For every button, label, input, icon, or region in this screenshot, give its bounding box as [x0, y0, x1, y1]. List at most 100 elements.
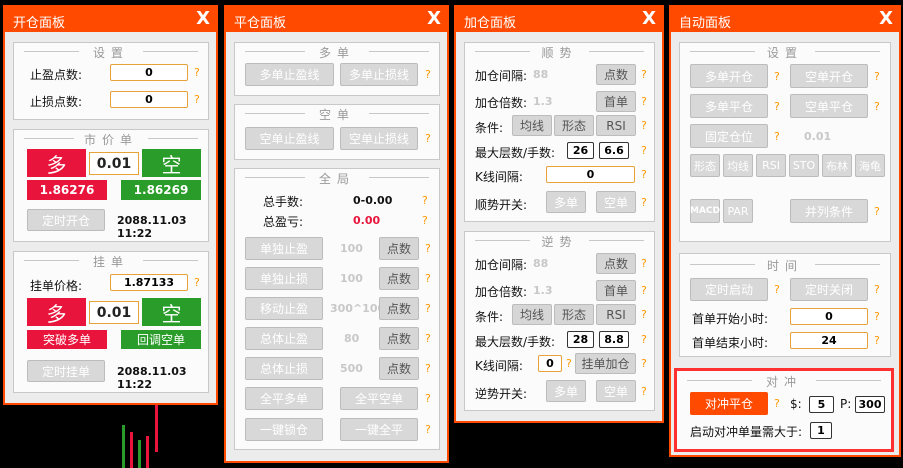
first-start-input[interactable]: 0: [790, 308, 868, 325]
indicator-pattern-button[interactable]: 形态: [690, 154, 720, 177]
total-tp-button[interactable]: 总体止盈: [245, 327, 323, 350]
help-icon[interactable]: ?: [425, 242, 431, 255]
trend-switch-long-button[interactable]: 多单: [546, 191, 586, 213]
trend-cond-pattern-button[interactable]: 形态: [554, 115, 594, 136]
help-icon[interactable]: ?: [425, 132, 431, 145]
close-all-short-button[interactable]: 全平空单: [340, 387, 418, 410]
help-icon[interactable]: ?: [425, 302, 431, 315]
individual-sl-button[interactable]: 单独止损: [245, 267, 323, 290]
help-icon[interactable]: ?: [641, 308, 647, 321]
help-icon[interactable]: ?: [425, 392, 431, 405]
short-open-button[interactable]: 空单开仓: [790, 64, 868, 88]
short-close-button[interactable]: 空单平仓: [790, 94, 868, 118]
market-buy-button[interactable]: 多: [27, 149, 86, 177]
indicator-sto-button[interactable]: STO: [789, 154, 819, 177]
help-icon[interactable]: ?: [641, 284, 647, 297]
help-icon[interactable]: ?: [422, 214, 428, 227]
fixed-position-button[interactable]: 固定仓位: [690, 124, 768, 148]
help-icon[interactable]: ?: [874, 70, 880, 83]
long-open-button[interactable]: 多单开仓: [690, 64, 768, 88]
help-icon[interactable]: ?: [641, 95, 647, 108]
short-tp-line-button[interactable]: 空单止盈线: [245, 127, 334, 150]
lock-all-button[interactable]: 一键锁仓: [245, 418, 323, 441]
counter-max-lots-input[interactable]: 8.8: [599, 331, 629, 348]
help-icon[interactable]: ?: [774, 70, 780, 83]
auto-panel-titlebar[interactable]: 自动面板 X: [671, 7, 899, 32]
trend-cond-rsi-button[interactable]: RSI: [596, 115, 636, 136]
help-icon[interactable]: ?: [641, 357, 647, 370]
help-icon[interactable]: ?: [641, 119, 647, 132]
counter-k-input[interactable]: 0: [538, 355, 562, 372]
help-icon[interactable]: ?: [566, 357, 572, 370]
help-icon[interactable]: ?: [425, 272, 431, 285]
help-icon[interactable]: ?: [774, 100, 780, 113]
buy-price[interactable]: 1.86276: [27, 180, 107, 200]
sl-input[interactable]: 0: [110, 91, 188, 108]
help-icon[interactable]: ?: [774, 283, 780, 296]
long-sl-line-button[interactable]: 多单止损线: [340, 63, 418, 86]
timed-stop-button[interactable]: 定时关闭: [790, 278, 868, 301]
counter-mult-unit-button[interactable]: 首单: [596, 280, 636, 301]
trend-switch-short-button[interactable]: 空单: [596, 191, 636, 213]
total-sl-button[interactable]: 总体止损: [245, 357, 323, 380]
help-icon[interactable]: ?: [641, 257, 647, 270]
help-icon[interactable]: ?: [874, 334, 880, 347]
trend-max-lots-input[interactable]: 6.6: [599, 142, 629, 159]
indicator-turtle-button[interactable]: 海龟: [855, 154, 885, 177]
help-icon[interactable]: ?: [425, 332, 431, 345]
help-icon[interactable]: ?: [641, 168, 647, 181]
trend-interval-unit-button[interactable]: 点数: [596, 64, 636, 85]
help-icon[interactable]: ?: [874, 205, 880, 218]
indicator-rsi-button[interactable]: RSI: [756, 154, 786, 177]
pending-price-input[interactable]: 1.87133: [110, 274, 188, 291]
tp-input[interactable]: 0: [110, 64, 188, 81]
close-panel-titlebar[interactable]: 平仓面板 X: [226, 7, 447, 32]
help-icon[interactable]: ?: [874, 100, 880, 113]
help-icon[interactable]: ?: [641, 68, 647, 81]
trend-k-input[interactable]: 0: [546, 166, 635, 183]
counter-switch-short-button[interactable]: 空单: [596, 380, 636, 402]
trailing-tp-button[interactable]: 移动止盈: [245, 297, 323, 320]
counter-interval-unit-button[interactable]: 点数: [596, 253, 636, 274]
short-sl-line-button[interactable]: 空单止损线: [340, 127, 418, 150]
pullback-sell-button[interactable]: 回调空单: [121, 330, 201, 349]
long-close-button[interactable]: 多单平仓: [690, 94, 768, 118]
help-icon[interactable]: ?: [641, 333, 647, 346]
add-panel-titlebar[interactable]: 加仓面板 X: [456, 7, 662, 32]
help-icon[interactable]: ?: [194, 66, 200, 79]
timed-pending-button[interactable]: 定时挂单: [27, 360, 105, 382]
help-icon[interactable]: ?: [874, 310, 880, 323]
hedge-dollar-input[interactable]: 5: [809, 396, 834, 413]
parallel-conditions-button[interactable]: 并列条件: [790, 199, 868, 223]
help-icon[interactable]: ?: [641, 144, 647, 157]
trend-cond-ma-button[interactable]: 均线: [512, 115, 552, 136]
first-end-input[interactable]: 24: [790, 332, 868, 349]
indicator-macd-button[interactable]: MACD: [690, 199, 720, 223]
counter-cond-rsi-button[interactable]: RSI: [596, 304, 636, 325]
help-icon[interactable]: ?: [774, 397, 780, 410]
help-icon[interactable]: ?: [774, 130, 780, 143]
long-tp-line-button[interactable]: 多单止盈线: [245, 63, 334, 86]
hedge-p-input[interactable]: 300: [855, 396, 885, 413]
help-icon[interactable]: ?: [641, 385, 647, 398]
close-icon[interactable]: X: [879, 8, 893, 29]
timed-open-button[interactable]: 定时开仓: [27, 209, 105, 231]
indicator-par-button[interactable]: PAR: [723, 199, 753, 223]
pending-lot-input[interactable]: 0.01: [89, 301, 139, 324]
pending-buy-button[interactable]: 多: [27, 298, 86, 326]
pending-sell-button[interactable]: 空: [142, 298, 201, 326]
breakout-buy-button[interactable]: 突破多单: [27, 330, 107, 349]
close-icon[interactable]: X: [196, 8, 210, 29]
individual-sl-unit-button[interactable]: 点数: [379, 267, 419, 290]
counter-max-layers-input[interactable]: 28: [567, 331, 594, 348]
help-icon[interactable]: ?: [422, 194, 428, 207]
help-icon[interactable]: ?: [425, 423, 431, 436]
market-sell-button[interactable]: 空: [142, 149, 201, 177]
open-panel-titlebar[interactable]: 开仓面板 X: [5, 7, 216, 32]
total-tp-unit-button[interactable]: 点数: [379, 327, 419, 350]
market-lot-input[interactable]: 0.01: [89, 152, 139, 175]
indicator-ma-button[interactable]: 均线: [723, 154, 753, 177]
close-icon[interactable]: X: [642, 8, 656, 29]
close-all-long-button[interactable]: 全平多单: [245, 387, 323, 410]
timed-start-button[interactable]: 定时启动: [690, 278, 768, 301]
